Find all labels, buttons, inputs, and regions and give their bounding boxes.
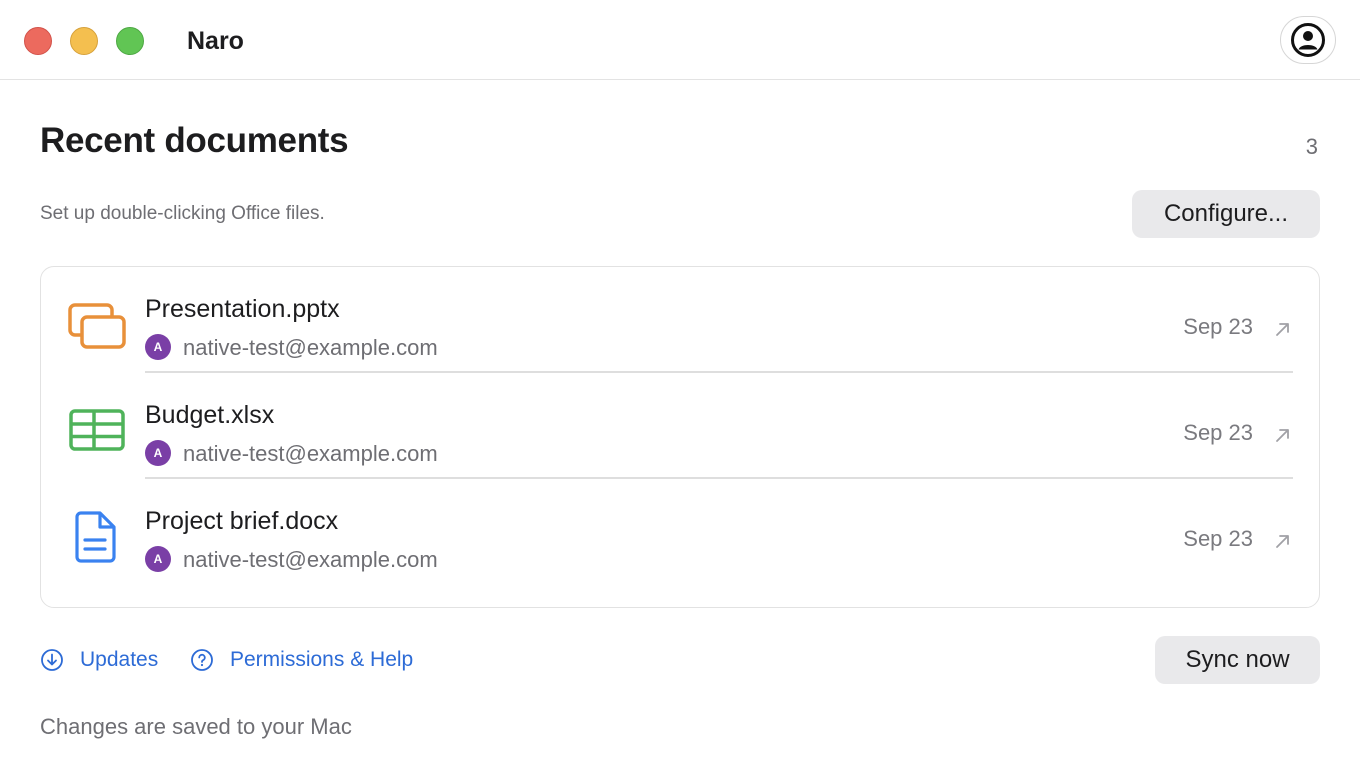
- open-external-icon[interactable]: [1273, 319, 1293, 339]
- document-owner: native-test@example.com: [183, 547, 438, 572]
- app-title: Naro: [187, 27, 244, 55]
- avatar: A: [145, 334, 171, 360]
- document-icon: [75, 511, 116, 563]
- setup-hint: Set up double-clicking Office files.: [40, 203, 325, 224]
- question-circle-icon: [191, 649, 213, 671]
- document-row[interactable]: Presentation.pptx A native-test@example.…: [41, 267, 1319, 373]
- document-row[interactable]: Project brief.docx A native-test@example…: [41, 479, 1319, 585]
- page-title: Recent documents: [40, 121, 349, 160]
- document-row[interactable]: Budget.xlsx A native-test@example.com Se…: [41, 373, 1319, 479]
- title-bar: Naro: [0, 0, 1360, 80]
- open-external-icon[interactable]: [1273, 425, 1293, 445]
- presentation-icon: [68, 303, 126, 349]
- download-circle-icon: [41, 649, 63, 671]
- window-close-button[interactable]: [24, 27, 52, 55]
- document-name: Budget.xlsx: [145, 401, 275, 429]
- account-button[interactable]: [1280, 16, 1336, 64]
- window-minimize-button[interactable]: [70, 27, 98, 55]
- permissions-help-label: Permissions & Help: [230, 648, 414, 671]
- document-name: Project brief.docx: [145, 507, 339, 535]
- spreadsheet-icon: [69, 409, 125, 451]
- document-owner: native-test@example.com: [183, 335, 438, 360]
- document-count: 3: [1305, 134, 1318, 159]
- document-name: Presentation.pptx: [145, 295, 340, 323]
- configure-button[interactable]: Configure...: [1132, 190, 1320, 238]
- updates-link[interactable]: Updates: [40, 648, 158, 672]
- document-date: Sep 23: [1183, 420, 1253, 445]
- permissions-help-link[interactable]: Permissions & Help: [190, 648, 413, 672]
- person-circle-icon: [1291, 23, 1325, 57]
- recent-documents-list: Presentation.pptx A native-test@example.…: [40, 266, 1320, 608]
- save-status-text: Changes are saved to your Mac: [40, 714, 352, 739]
- open-external-icon[interactable]: [1273, 531, 1293, 551]
- avatar: A: [145, 546, 171, 572]
- sync-now-button[interactable]: Sync now: [1155, 636, 1320, 684]
- window-zoom-button[interactable]: [116, 27, 144, 55]
- avatar: A: [145, 440, 171, 466]
- document-owner: native-test@example.com: [183, 441, 438, 466]
- updates-label: Updates: [80, 648, 159, 671]
- document-date: Sep 23: [1183, 526, 1253, 551]
- document-date: Sep 23: [1183, 314, 1253, 339]
